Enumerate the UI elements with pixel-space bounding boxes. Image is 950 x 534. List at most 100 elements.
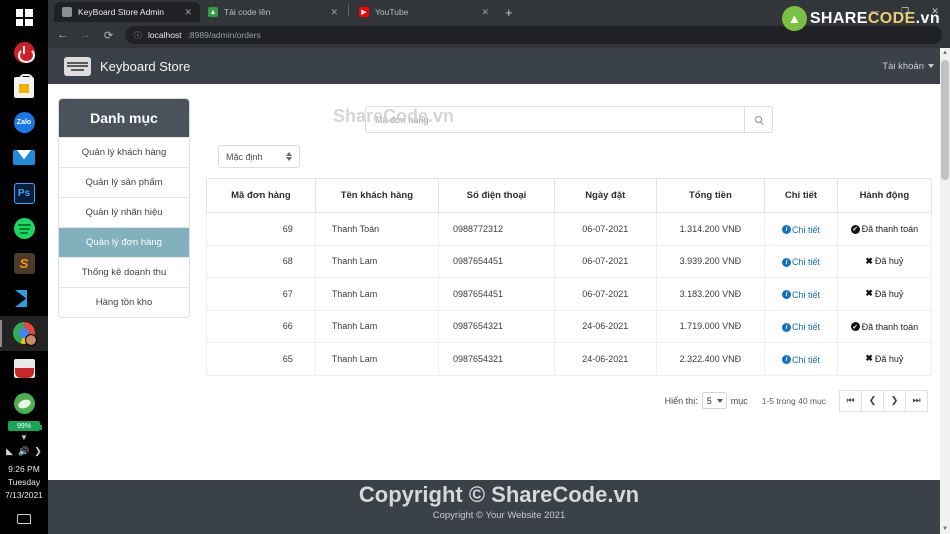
system-tray[interactable]: ◣ 🔊 ❯	[6, 446, 42, 457]
chevron-down-icon	[928, 64, 934, 68]
reload-button[interactable]: ⟳	[102, 29, 115, 42]
status-label: Đã huỷ	[874, 353, 904, 364]
last-page-button[interactable]: ⏭	[905, 389, 928, 412]
close-icon: ✖	[865, 353, 873, 364]
sidebar-item-products[interactable]: Quản lý sản phẩm	[59, 167, 189, 197]
brand[interactable]: Keyboard Store	[64, 56, 191, 76]
new-tab-button[interactable]: +	[497, 5, 521, 22]
cell-order-id: 66	[206, 309, 316, 343]
first-page-button[interactable]: ⏮	[839, 389, 862, 412]
photoshop-icon[interactable]: Ps	[0, 175, 48, 210]
tab-close-icon[interactable]: ✕	[330, 7, 338, 18]
chevron-down-icon	[716, 398, 723, 403]
check-circle-icon: ✔	[850, 322, 860, 332]
table-header-row: Mã đơn hàng Tên khách hàng Số điện thoại…	[206, 178, 933, 213]
cell-date: 06-07-2021	[554, 277, 657, 311]
tab-close-icon[interactable]: ✕	[481, 7, 489, 18]
browser-tab-3[interactable]: ▶ YouTube ✕	[351, 2, 497, 22]
sidebar-item-brands[interactable]: Quản lý nhãn hiệu	[59, 197, 189, 227]
clock-date: 7/13/2021	[5, 490, 43, 501]
back-button[interactable]: ←	[56, 29, 69, 41]
cell-detail: i Chi tiết	[764, 342, 838, 376]
th-date: Ngày đặt	[554, 178, 657, 213]
browser-tab-1[interactable]: KeyBoard Store Admin ✕	[54, 2, 200, 22]
brand-title: Keyboard Store	[100, 58, 191, 74]
battery-indicator[interactable]: 99%	[8, 421, 42, 432]
status-badge[interactable]: ✔ Đã thanh toán	[850, 224, 918, 234]
page-footer: Copyright © Your Website 2021	[48, 480, 950, 534]
table-row: 67 Thanh Lam 0987654451 06-07-2021 3.183…	[206, 277, 933, 311]
account-dropdown[interactable]: Tài khoản	[882, 61, 934, 72]
windows-start-icon[interactable]	[0, 0, 48, 35]
taskbar-clock[interactable]: 9:26 PM Tuesday 7/13/2021	[5, 463, 43, 502]
volume-icon[interactable]: 🔊	[18, 446, 29, 457]
clock-day: Tuesday	[7, 477, 41, 488]
status-badge[interactable]: ✖ Đã huỷ	[865, 353, 903, 364]
notifications-icon[interactable]	[17, 514, 31, 524]
close-icon: ✖	[865, 288, 873, 299]
table-row: 65 Thanh Lam 0987654321 24-06-2021 2.322…	[206, 342, 933, 376]
sublime-text-icon[interactable]: S	[0, 246, 48, 281]
address-host: localhost	[148, 30, 182, 40]
orders-table: Mã đơn hàng Tên khách hàng Số điện thoại…	[206, 178, 933, 376]
main-panel: Mặc định Mã đơn hàng Tên khách hàng Số đ…	[206, 98, 933, 412]
prev-page-button[interactable]: ❮	[861, 389, 884, 412]
microsoft-store-icon[interactable]	[0, 70, 48, 105]
site-info-icon[interactable]: ⓘ	[134, 30, 142, 41]
zalo-icon[interactable]: Zalo	[0, 105, 48, 140]
scroll-down-icon[interactable]: ▼	[942, 526, 948, 532]
detail-link[interactable]: i Chi tiết	[781, 322, 820, 332]
sidebar-item-customers[interactable]: Quản lý khách hàng	[59, 137, 189, 167]
search-icon	[755, 116, 762, 123]
detail-link[interactable]: i Chi tiết	[781, 290, 820, 300]
cell-date: 24-06-2021	[554, 342, 657, 376]
scrollbar-thumb[interactable]	[941, 60, 949, 180]
detail-link[interactable]: i Chi tiết	[781, 355, 820, 365]
sidebar: Danh mục Quản lý khách hàng Quản lý sản …	[58, 98, 190, 412]
detail-link[interactable]: i Chi tiết	[781, 225, 820, 235]
cell-total: 1.719.000 VNĐ	[655, 309, 766, 343]
address-bar[interactable]: ⓘ localhost:8989/admin/orders	[125, 26, 942, 44]
mail-icon[interactable]	[0, 140, 48, 175]
select-arrows-icon	[286, 152, 292, 161]
keyboard-logo-icon	[64, 56, 91, 76]
page-scrollbar[interactable]: ▲ ▼	[940, 48, 950, 534]
chrome-icon[interactable]	[0, 315, 48, 351]
sort-row: Mặc định	[206, 133, 932, 178]
th-total: Tổng tiền	[655, 178, 766, 213]
maximize-button[interactable]: ❐	[890, 0, 920, 22]
search-input[interactable]	[365, 106, 744, 133]
tab-divider	[348, 3, 349, 16]
next-page-button[interactable]: ❯	[883, 389, 906, 412]
cell-order-id: 65	[206, 342, 316, 376]
search-button[interactable]	[744, 106, 773, 133]
vscode-icon[interactable]	[0, 281, 48, 316]
browser-tabstrip: KeyBoard Store Admin ✕ ▲ Tải code lên ✕ …	[48, 0, 950, 22]
tray-expand-icon[interactable]: ❯	[34, 446, 42, 457]
sidebar-item-inventory[interactable]: Hàng tồn kho	[59, 287, 189, 317]
wifi-icon[interactable]: ◣	[6, 446, 13, 457]
cell-order-id: 69	[206, 212, 316, 246]
detail-label: Chi tiết	[791, 322, 820, 332]
th-order-id: Mã đơn hàng	[206, 178, 316, 213]
app-red-icon[interactable]	[0, 351, 48, 386]
forward-button[interactable]: →	[79, 29, 92, 41]
cell-date: 24-06-2021	[554, 309, 657, 343]
sidebar-item-orders[interactable]: Quản lý đơn hàng	[59, 227, 189, 257]
scroll-up-icon[interactable]: ▲	[942, 50, 948, 56]
status-badge[interactable]: ✖ Đã huỷ	[865, 256, 903, 267]
sort-select[interactable]: Mặc định	[218, 145, 300, 168]
status-badge[interactable]: ✔ Đã thanh toán	[850, 322, 918, 332]
minimize-button[interactable]: —	[860, 0, 890, 22]
browser-tab-2[interactable]: ▲ Tải code lên ✕	[200, 2, 346, 22]
browser-toolbar: ← → ⟳ ⓘ localhost:8989/admin/orders	[48, 22, 950, 48]
tab-close-icon[interactable]: ✕	[184, 7, 192, 18]
spotify-icon[interactable]	[0, 211, 48, 246]
status-badge[interactable]: ✖ Đã huỷ	[865, 288, 903, 299]
page-size-select[interactable]: 5	[701, 392, 727, 409]
sidebar-item-revenue[interactable]: Thống kê doanh thu	[59, 257, 189, 287]
detail-link[interactable]: i Chi tiết	[781, 257, 820, 267]
power-icon[interactable]	[0, 35, 48, 70]
app-green-icon[interactable]	[0, 386, 48, 421]
close-window-button[interactable]: ✕	[920, 0, 950, 22]
